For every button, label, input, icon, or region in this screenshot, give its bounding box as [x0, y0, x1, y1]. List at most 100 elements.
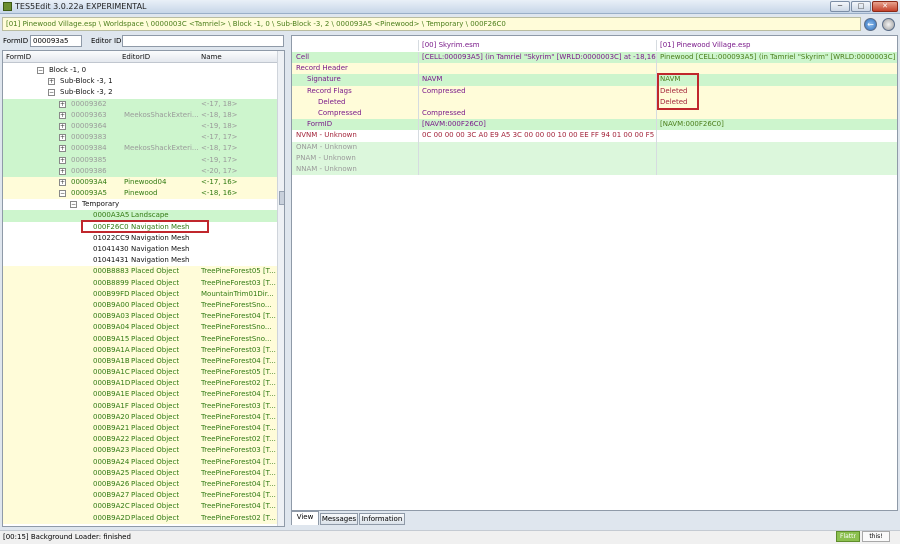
- view-row[interactable]: Record Header: [292, 63, 897, 75]
- tree-toggle-icon[interactable]: +: [59, 134, 66, 142]
- tree-row[interactable]: 000B9A27 Placed Object TreePineForest04 [T…: [3, 490, 277, 502]
- tree-row[interactable]: +00009383 <-17, 17>: [3, 132, 277, 144]
- tab-messages[interactable]: Messages: [320, 513, 358, 525]
- tree-row[interactable]: − Block -1, 0: [3, 65, 277, 76]
- view-col-header[interactable]: [01] Pinewood Village.esp: [657, 40, 897, 51]
- minimize-button[interactable]: ─: [830, 1, 850, 12]
- this-button[interactable]: this!: [862, 531, 890, 542]
- tree-row[interactable]: +00009386 <-20, 17>: [3, 165, 277, 177]
- tree-row[interactable]: +00009385 <-19, 17>: [3, 154, 277, 166]
- tree-row[interactable]: + Sub-Block -3, 1: [3, 76, 277, 87]
- view-row[interactable]: Deleted Deleted: [292, 96, 897, 108]
- tree-row[interactable]: 000B9A2D Placed Object TreePineForest02 [T…: [3, 512, 277, 524]
- tree-formid: 000B9A23: [93, 446, 130, 455]
- editorid-label: Editor ID: [91, 37, 122, 45]
- tree-row[interactable]: 000B99FD Placed Object MountainTrim01Dir..…: [3, 288, 277, 300]
- tree-toggle-icon[interactable]: −: [37, 67, 44, 74]
- tree-toggle-icon[interactable]: +: [59, 145, 66, 153]
- close-button[interactable]: ✕: [872, 1, 898, 12]
- tree-row[interactable]: 000B9A04 Placed Object TreePineForestSno..…: [3, 322, 277, 334]
- formid-input[interactable]: 000093a5: [30, 35, 82, 47]
- tree-row[interactable]: +000093A4 Pinewood04 <-17, 16>: [3, 176, 277, 189]
- tree-row[interactable]: 000B9A26 Placed Object TreePineForest04 [T…: [3, 478, 277, 491]
- tree-row[interactable]: +00009363 MeekosShackExteri... <-18, 18>: [3, 109, 277, 121]
- tree-toggle-icon[interactable]: −: [48, 89, 55, 97]
- tree-toggle-icon[interactable]: −: [59, 190, 66, 198]
- tree-row[interactable]: 000B9A1D Placed Object TreePineForest02 [T…: [3, 378, 277, 390]
- tree-toggle-icon[interactable]: +: [59, 178, 66, 186]
- view-col-header[interactable]: [00] Skyrim.esm: [419, 40, 657, 52]
- tree-scrollbar[interactable]: [277, 51, 284, 526]
- formid-label: FormID: [3, 37, 29, 45]
- tree-toggle-icon[interactable]: −: [70, 201, 77, 209]
- tab-view[interactable]: View: [291, 511, 319, 525]
- tree-row[interactable]: 000B9A15 Placed Object TreePineForestSno..…: [3, 333, 277, 345]
- view-col-header[interactable]: [292, 40, 419, 52]
- status-bar: [00:15] Background Loader: finished: [0, 530, 900, 544]
- tree-editorid: Placed Object: [131, 334, 180, 343]
- view-value-pinewood: [657, 153, 897, 164]
- view-row[interactable]: PNAM - Unknown: [292, 152, 897, 164]
- col-name-header[interactable]: Name: [201, 53, 222, 61]
- view-row[interactable]: NNAM - Unknown: [292, 164, 897, 176]
- tree-row[interactable]: −000093A5 Pinewood <-18, 16>: [3, 188, 277, 200]
- view-row[interactable]: ONAM - Unknown: [292, 141, 897, 153]
- view-row-label: Record Header: [292, 63, 419, 75]
- tree-toggle-icon[interactable]: +: [59, 156, 66, 164]
- maximize-button[interactable]: □: [851, 1, 871, 12]
- tree-formid: 00009363: [71, 110, 107, 119]
- tree-row[interactable]: 000B9A1C Placed Object TreePineForest05 [T…: [3, 367, 277, 379]
- tab-information[interactable]: Information: [359, 513, 405, 525]
- tree-scroll-thumb[interactable]: [279, 191, 284, 205]
- record-tree[interactable]: FormID EditorID Name − Block -1, 0 + Sub-Bl…: [2, 50, 285, 527]
- tree-toggle-icon[interactable]: +: [48, 78, 55, 86]
- tree-row[interactable]: 000B9A1B Placed Object TreePineForest04 [T…: [3, 355, 277, 368]
- tree-row[interactable]: 000B9A1E Placed Object TreePineForest04 [T…: [3, 389, 277, 401]
- tree-row[interactable]: 000B8899 Placed Object TreePineForest03 [T…: [3, 277, 277, 289]
- tree-toggle-icon[interactable]: +: [59, 122, 66, 130]
- tree-row[interactable]: − Sub-Block -3, 2: [3, 87, 277, 98]
- tree-row[interactable]: 000B9A1F Placed Object TreePineForest03 [T…: [3, 400, 277, 412]
- editorid-input[interactable]: [122, 35, 284, 47]
- view-row[interactable]: FormID [NAVM:000F26C0] [NAVM:000F26C0]: [292, 119, 897, 131]
- tree-row[interactable]: 000B9A03 Placed Object TreePineForest04 [T…: [3, 311, 277, 323]
- tree-row[interactable]: +00009364 <-19, 18>: [3, 120, 277, 133]
- tree-name: TreePineForest04 [T...: [201, 479, 276, 488]
- tree-row[interactable]: +00009384 MeekosShackExteri... <-18, 17>: [3, 143, 277, 155]
- view-row[interactable]: Cell [CELL:000093A5] (in Tamriel "Skyrim"…: [292, 52, 897, 64]
- tree-formid: 000093A4: [71, 177, 107, 186]
- tree-formid: 000B9A15: [93, 334, 130, 343]
- back-arrow-icon[interactable]: ←: [864, 18, 877, 31]
- tree-row[interactable]: 01041430 Navigation Mesh: [3, 244, 277, 255]
- settings-gear-icon[interactable]: [882, 18, 895, 31]
- flattr-button[interactable]: Flattr: [836, 531, 860, 542]
- tree-row[interactable]: 01022CC9 Navigation Mesh: [3, 233, 277, 244]
- tree-row[interactable]: 000B9A24 Placed Object TreePineForest04 [T…: [3, 456, 277, 468]
- tree-row[interactable]: 000B9A22 Placed Object TreePineForest02 [T…: [3, 434, 277, 446]
- tree-row[interactable]: 000B9A23 Placed Object TreePineForest03 [T…: [3, 445, 277, 457]
- tree-row[interactable]: 000B8883 Placed Object TreePineForest05 [T…: [3, 266, 277, 278]
- tree-formid: 000B99FD: [93, 289, 130, 298]
- tree-row[interactable]: 000B9A21 Placed Object TreePineForest04 [T…: [3, 423, 277, 435]
- tree-row[interactable]: 000B9A00 Placed Object TreePineForestSno..…: [3, 299, 277, 312]
- tree-row[interactable]: 000B9A25 Placed Object TreePineForest04 [T…: [3, 467, 277, 479]
- tree-toggle-icon[interactable]: +: [59, 111, 66, 119]
- tree-toggle-icon[interactable]: +: [59, 167, 66, 175]
- tree-row[interactable]: +00009362 <-17, 18>: [3, 98, 277, 110]
- col-editorid-header[interactable]: EditorID: [122, 53, 150, 61]
- tree-row[interactable]: 000B9A1A Placed Object TreePineForest03 [T…: [3, 344, 277, 356]
- tree-row[interactable]: 000B9A2C Placed Object TreePineForest04 [T…: [3, 501, 277, 513]
- view-row[interactable]: NVNM - Unknown 0C 00 00 00 3C A0 E9 A5 3C…: [292, 130, 897, 142]
- col-formid-header[interactable]: FormID: [6, 53, 31, 61]
- view-row[interactable]: Signature NAVM NAVM: [292, 74, 897, 86]
- splitter[interactable]: [287, 33, 290, 527]
- tree-toggle-icon[interactable]: +: [59, 100, 66, 108]
- view-row[interactable]: Compressed Compressed: [292, 108, 897, 120]
- tree-formid: 01041430: [93, 245, 129, 253]
- record-view[interactable]: [00] Skyrim.esm [01] Pinewood Village.esp…: [291, 35, 898, 511]
- view-row[interactable]: Record Flags Compressed Deleted: [292, 85, 897, 97]
- tree-editorid: Placed Object: [131, 491, 180, 500]
- tree-row[interactable]: 000B9A20 Placed Object TreePineForest04 [T…: [3, 411, 277, 423]
- tree-row[interactable]: − Temporary: [3, 199, 277, 210]
- tree-row[interactable]: 01041431 Navigation Mesh: [3, 255, 277, 266]
